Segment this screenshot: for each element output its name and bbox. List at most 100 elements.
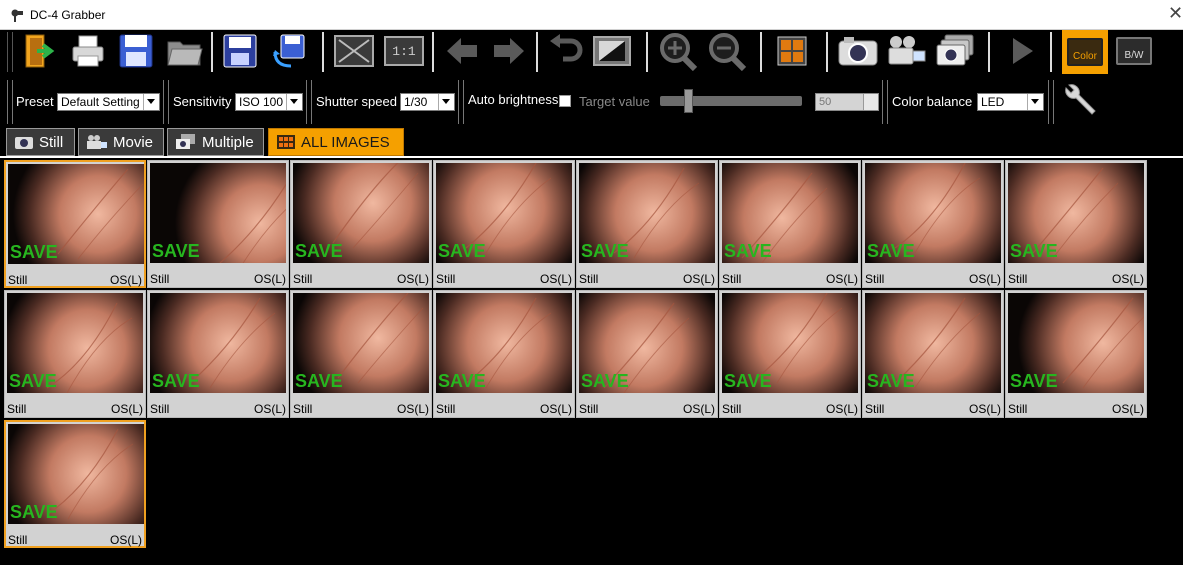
- save-disk-icon: [119, 34, 153, 68]
- save-badge: SAVE: [152, 241, 200, 261]
- tab-multiple-label: Multiple: [202, 133, 254, 151]
- bw-mode-icon: B/W: [1116, 37, 1152, 65]
- undo-icon: [550, 34, 583, 62]
- gallery-thumbnail[interactable]: SAVE Still OS(L): [1005, 160, 1147, 288]
- spin-arrows-icon[interactable]: [863, 94, 878, 110]
- gallery-thumbnail[interactable]: SAVE Still OS(L): [147, 160, 289, 288]
- gallery-thumbnail[interactable]: SAVE Still OS(L): [4, 420, 146, 548]
- thumbnail-image: SAVE: [436, 293, 572, 393]
- auto-brightness-checkbox[interactable]: [559, 95, 571, 107]
- target-value-number: 50: [819, 96, 832, 108]
- previous-button[interactable]: [442, 31, 482, 71]
- movie-capture-button[interactable]: [887, 31, 927, 71]
- exit-button[interactable]: [18, 31, 58, 71]
- toolbar-separator: [322, 32, 324, 72]
- fit-window-button[interactable]: [334, 31, 374, 71]
- eye-side-label: OS(L): [1111, 402, 1144, 416]
- save-badge: SAVE: [867, 371, 915, 391]
- capture-type-label: Still: [579, 402, 599, 416]
- capture-type-label: Still: [8, 273, 28, 287]
- save-badge: SAVE: [10, 242, 58, 262]
- thumbnail-image: SAVE: [293, 293, 429, 393]
- actual-size-icon: 1:1: [384, 36, 424, 66]
- gallery-thumbnail[interactable]: SAVE Still OS(L): [147, 290, 289, 418]
- gallery-thumbnail[interactable]: SAVE Still OS(L): [433, 160, 575, 288]
- settings-wrench-button[interactable]: [1060, 82, 1098, 120]
- target-value-slider-thumb[interactable]: [684, 89, 694, 113]
- color-balance-select[interactable]: LED: [977, 93, 1044, 111]
- open-button[interactable]: [164, 31, 204, 71]
- chevron-down-icon: [1027, 94, 1043, 110]
- color-balance-label: Color balance: [892, 94, 973, 109]
- export-button[interactable]: [268, 31, 308, 71]
- shutter-speed-value: 1/30: [404, 95, 428, 109]
- toolbar-separator: [211, 32, 213, 72]
- settings-grip[interactable]: [7, 80, 13, 124]
- preset-select[interactable]: Default Setting: [57, 93, 160, 111]
- save-badge: SAVE: [867, 241, 915, 261]
- color-mode-button[interactable]: Color: [1062, 30, 1108, 74]
- tab-multiple[interactable]: Multiple: [167, 128, 264, 156]
- capture-type-label: Still: [1008, 402, 1028, 416]
- save-button[interactable]: [116, 31, 156, 71]
- target-value-spinbox[interactable]: 50: [815, 93, 879, 111]
- actual-size-button[interactable]: 1:1: [384, 31, 424, 71]
- sensitivity-label: Sensitivity: [173, 94, 232, 109]
- next-button[interactable]: [489, 31, 529, 71]
- toolbar-grip[interactable]: [7, 32, 13, 72]
- shutter-speed-select[interactable]: 1/30: [400, 93, 455, 111]
- multiple-capture-button[interactable]: [935, 31, 975, 71]
- save-badge: SAVE: [724, 241, 772, 261]
- color-balance-value: LED: [981, 95, 1005, 109]
- tab-all-images-label: ALL IMAGES: [301, 133, 390, 151]
- play-button[interactable]: [1002, 31, 1042, 71]
- zoom-out-button[interactable]: [707, 31, 747, 71]
- zoom-in-button[interactable]: [658, 31, 698, 71]
- save-as-icon: [223, 34, 257, 68]
- contrast-button[interactable]: [592, 31, 632, 71]
- grid-view-button[interactable]: [772, 31, 812, 71]
- save-as-button[interactable]: [220, 31, 260, 71]
- target-value-label: Target value: [579, 94, 650, 109]
- gallery-thumbnail[interactable]: SAVE Still OS(L): [1005, 290, 1147, 418]
- shutter-speed-label: Shutter speed: [316, 94, 397, 109]
- tab-all-images[interactable]: ALL IMAGES: [268, 128, 404, 156]
- preset-value: Default Setting: [61, 95, 140, 109]
- capture-type-label: Still: [150, 402, 170, 416]
- thumbnail-image: SAVE: [722, 293, 858, 393]
- toolbar: 1:1 Color B/W: [0, 30, 1183, 74]
- close-icon[interactable]: ✕: [1168, 3, 1183, 24]
- still-capture-button[interactable]: [838, 31, 878, 71]
- bw-mode-button[interactable]: B/W: [1112, 31, 1156, 71]
- fit-window-icon: [334, 35, 374, 67]
- thumbnail-image: SAVE: [293, 163, 429, 263]
- gallery-thumbnail[interactable]: SAVE Still OS(L): [719, 160, 861, 288]
- gallery-thumbnail[interactable]: SAVE Still OS(L): [4, 160, 146, 288]
- settings-separator: [882, 80, 888, 124]
- gallery-thumbnail[interactable]: SAVE Still OS(L): [290, 160, 432, 288]
- sensitivity-select[interactable]: ISO 100: [235, 93, 303, 111]
- thumbnail-image: SAVE: [1008, 293, 1144, 393]
- capture-type-label: Still: [865, 402, 885, 416]
- undo-button[interactable]: [545, 31, 585, 71]
- tab-movie[interactable]: Movie: [78, 128, 164, 156]
- gallery-thumbnail[interactable]: SAVE Still OS(L): [433, 290, 575, 418]
- toolbar-separator: [646, 32, 648, 72]
- gallery-thumbnail[interactable]: SAVE Still OS(L): [290, 290, 432, 418]
- capture-type-label: Still: [150, 272, 170, 286]
- tab-still[interactable]: Still: [6, 128, 75, 156]
- gallery-thumbnail[interactable]: SAVE Still OS(L): [576, 160, 718, 288]
- gallery-thumbnail[interactable]: SAVE Still OS(L): [719, 290, 861, 418]
- gallery-thumbnail[interactable]: SAVE Still OS(L): [576, 290, 718, 418]
- capture-type-label: Still: [293, 272, 313, 286]
- chevron-down-icon: [143, 94, 159, 110]
- eye-side-label: OS(L): [539, 272, 572, 286]
- save-badge: SAVE: [1010, 241, 1058, 261]
- print-button[interactable]: [68, 31, 108, 71]
- target-value-slider[interactable]: [660, 96, 802, 106]
- gallery-thumbnail[interactable]: SAVE Still OS(L): [4, 290, 146, 418]
- gallery-thumbnail[interactable]: SAVE Still OS(L): [862, 290, 1004, 418]
- save-badge: SAVE: [9, 371, 57, 391]
- thumbnail-image: SAVE: [865, 293, 1001, 393]
- gallery-thumbnail[interactable]: SAVE Still OS(L): [862, 160, 1004, 288]
